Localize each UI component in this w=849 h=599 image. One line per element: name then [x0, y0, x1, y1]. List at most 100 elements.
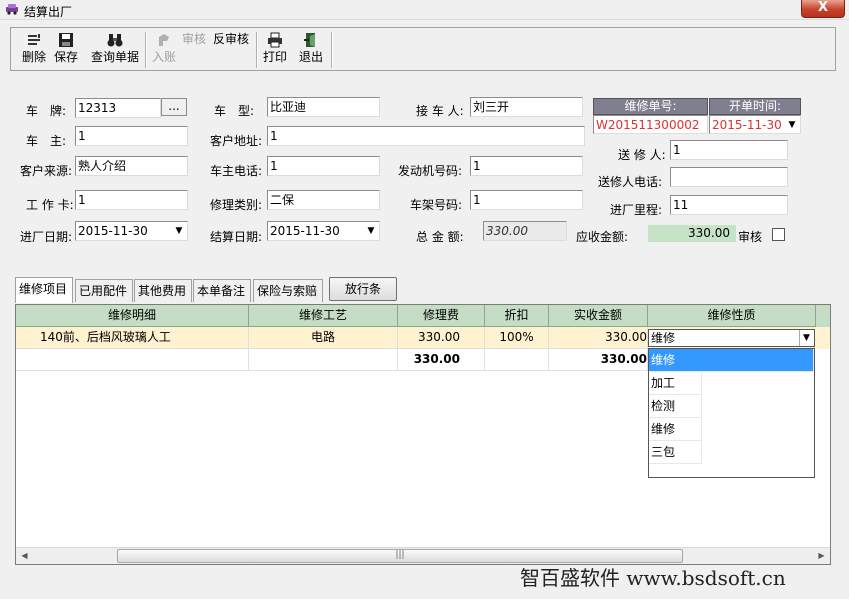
toolbar: 删除 保存 查询单据 入账 审核 反审核 打印 退出: [10, 27, 836, 71]
tab-order-notes[interactable]: 本单备注: [193, 279, 251, 302]
dropdown-option[interactable]: 维修: [649, 418, 702, 441]
delete-icon: [28, 34, 40, 45]
dropdown-option[interactable]: 加工: [649, 372, 702, 395]
repair-items-grid: 维修明细 维修工艺 修理费 折扣 实收金额 维修性质 140前、后档风玻璃人工 …: [15, 304, 831, 565]
receivable-field: 330.00: [648, 225, 736, 242]
chevron-down-icon[interactable]: ▼: [172, 223, 186, 239]
card-field[interactable]: 1: [75, 190, 188, 210]
plate-field[interactable]: 12313: [75, 98, 161, 118]
receivable-label: 应收金额:: [576, 230, 629, 244]
plate-lookup-button[interactable]: ...: [161, 98, 187, 116]
watermark: 智百盛软件 www.bsdsoft.cn: [520, 566, 786, 590]
scroll-left-icon[interactable]: ◀: [16, 548, 33, 564]
engine-field[interactable]: 1: [470, 156, 583, 176]
total-label: 总 金 额:: [416, 230, 464, 244]
mileage-field[interactable]: 11: [670, 195, 788, 215]
order-no-header: 维修单号:: [593, 98, 708, 115]
engine-label: 发动机号码:: [398, 164, 463, 178]
audit-checkbox[interactable]: [772, 228, 785, 241]
sender-field[interactable]: 1: [670, 140, 788, 160]
column-header[interactable]: 维修性质: [648, 305, 816, 327]
tab-repair-items[interactable]: 维修项目: [15, 277, 73, 303]
exit-door-icon: [304, 33, 315, 47]
unaudit-button[interactable]: 反审核: [211, 30, 251, 68]
column-header[interactable]: 修理费: [398, 305, 485, 327]
owner-label: 车 主:: [26, 134, 67, 148]
column-header[interactable]: 维修工艺: [249, 305, 398, 327]
post-button[interactable]: 入账: [148, 30, 180, 68]
chevron-down-icon[interactable]: ▼: [799, 330, 813, 346]
delete-button[interactable]: 删除: [19, 30, 49, 68]
chevron-down-icon[interactable]: ▼: [785, 117, 799, 133]
address-field[interactable]: 1: [267, 126, 585, 146]
order-no-field[interactable]: W201511300002: [593, 115, 708, 134]
print-button[interactable]: 打印: [260, 30, 290, 68]
tab-other-fees[interactable]: 其他费用: [134, 279, 192, 302]
dropdown-option[interactable]: 维修: [649, 349, 814, 372]
save-button[interactable]: 保存: [51, 30, 81, 68]
audit-button[interactable]: 审核: [179, 30, 209, 68]
settle-date-value: 2015-11-30: [270, 224, 340, 238]
repair-type-label: 修理类别:: [210, 198, 263, 212]
query-button[interactable]: 查询单据: [88, 30, 142, 68]
table-cell: 330.00: [549, 349, 648, 371]
post-icon: [159, 34, 169, 46]
table-cell: 330.00: [398, 349, 485, 371]
table-cell[interactable]: 330.00: [549, 327, 648, 349]
column-header[interactable]: 维修明细: [16, 305, 249, 327]
open-time-picker[interactable]: 2015-11-30 ▼: [709, 115, 801, 134]
frame-field[interactable]: 1: [470, 190, 583, 210]
chevron-down-icon[interactable]: ▼: [364, 223, 378, 239]
column-header[interactable]: 实收金额: [549, 305, 648, 327]
toolbar-separator: [331, 32, 333, 68]
phone-field[interactable]: 1: [267, 156, 380, 176]
owner-field[interactable]: 1: [75, 126, 188, 146]
title-bar: 结算出厂: [0, 0, 849, 20]
scrollbar-thumb[interactable]: |||: [117, 549, 683, 563]
settle-date-label: 结算日期:: [210, 230, 263, 244]
total-field: 330.00: [483, 221, 567, 241]
model-field[interactable]: 比亚迪: [267, 97, 380, 117]
release-slip-button[interactable]: 放行条: [329, 277, 397, 301]
repair-nature-select[interactable]: 维修 ▼: [648, 329, 815, 347]
plate-label: 车 牌:: [26, 104, 67, 118]
repair-type-field[interactable]: 二保: [267, 190, 380, 210]
repair-nature-dropdown: 维修 加工 检测 维修 三包: [648, 348, 815, 478]
table-cell[interactable]: 140前、后档风玻璃人工: [16, 327, 249, 349]
grid-header: 维修明细 维修工艺 修理费 折扣 实收金额 维修性质: [16, 305, 830, 327]
toolbar-separator: [145, 32, 147, 68]
close-button[interactable]: X: [801, 0, 845, 18]
sender-label: 送 修 人:: [618, 148, 666, 162]
sender-phone-field[interactable]: [670, 167, 788, 187]
dropdown-option[interactable]: 三包: [649, 441, 702, 464]
table-cell[interactable]: 330.00: [398, 327, 485, 349]
save-icon: [59, 33, 73, 47]
receiver-label: 接 车 人:: [416, 104, 464, 118]
source-field[interactable]: 熟人介绍: [75, 156, 188, 176]
frame-label: 车架号码:: [410, 198, 463, 212]
address-label: 客户地址:: [210, 134, 263, 148]
open-time-header: 开单时间:: [709, 98, 801, 115]
audit-label: 审核: [738, 230, 763, 244]
entry-date-picker[interactable]: 2015-11-30 ▼: [75, 221, 188, 241]
column-header[interactable]: 折扣: [485, 305, 549, 327]
window-title: 结算出厂: [24, 5, 73, 19]
table-cell: [249, 349, 398, 371]
dropdown-option[interactable]: 检测: [649, 395, 702, 418]
car-icon: [6, 4, 18, 15]
tab-insurance-claims[interactable]: 保险与索赔: [253, 279, 323, 302]
open-time-value: 2015-11-30: [712, 118, 782, 132]
source-label: 客户来源:: [20, 164, 73, 178]
printer-icon: [268, 32, 282, 48]
table-cell[interactable]: 电路: [249, 327, 398, 349]
receiver-field[interactable]: 刘三开: [470, 97, 583, 117]
card-label: 工 作 卡:: [26, 198, 74, 212]
settle-date-picker[interactable]: 2015-11-30 ▼: [267, 221, 380, 241]
tab-used-parts[interactable]: 已用配件: [75, 279, 133, 302]
table-cell[interactable]: 100%: [485, 327, 549, 349]
exit-button[interactable]: 退出: [296, 30, 326, 68]
scroll-right-icon[interactable]: ▶: [813, 548, 830, 564]
model-label: 车 型:: [214, 104, 255, 118]
entry-date-label: 进厂日期:: [20, 230, 73, 244]
sender-phone-label: 送修人电话:: [598, 175, 663, 189]
